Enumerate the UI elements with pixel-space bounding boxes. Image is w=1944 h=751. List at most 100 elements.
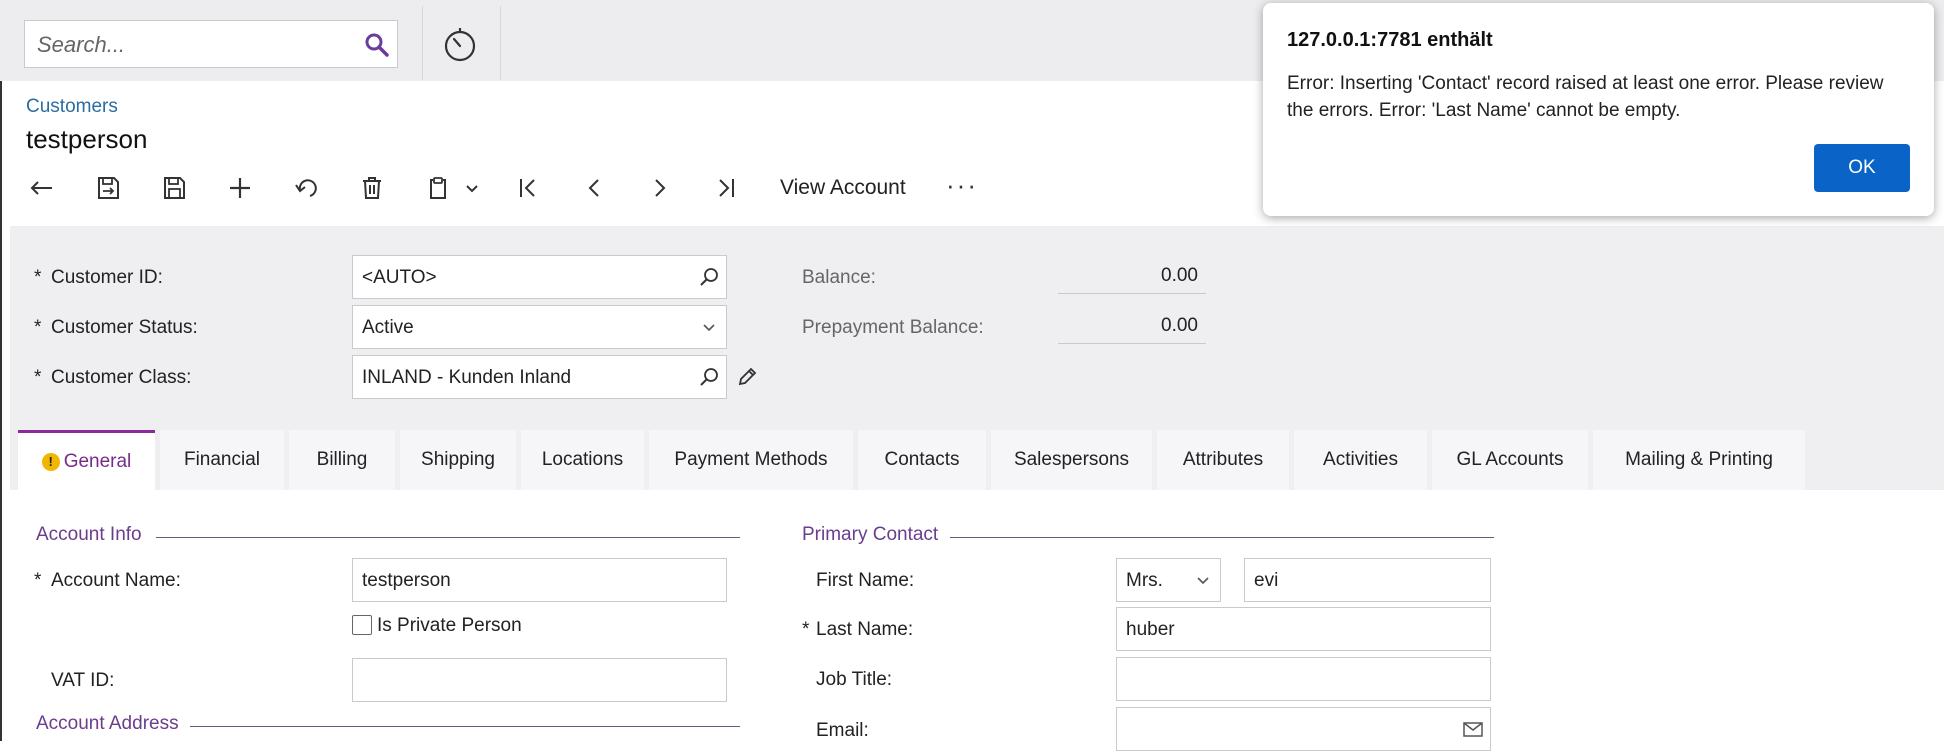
tab-label: General (63, 450, 132, 472)
ok-button[interactable]: OK (1814, 144, 1910, 192)
tab-activities[interactable]: Activities (1294, 430, 1427, 490)
balance-field: 0.00 (1058, 259, 1206, 294)
chevron-left-icon (588, 179, 599, 197)
breadcrumb[interactable]: Customers (26, 96, 118, 118)
save-and-close-button[interactable] (90, 170, 126, 206)
tab-mailing-printing[interactable]: Mailing & Printing (1593, 430, 1805, 490)
account-address-title: Account Address (36, 713, 179, 734)
plus-icon (230, 178, 250, 198)
customer-class-value: INLAND - Kunden Inland (362, 367, 572, 388)
page-title: testperson (26, 124, 148, 154)
tab-label: Locations (541, 449, 624, 470)
chevron-down-icon (1197, 577, 1209, 585)
last-icon (719, 179, 734, 197)
customer-status-value: Active (362, 317, 414, 338)
tab-label: Payment Methods (674, 449, 828, 470)
prepayment-balance-label: Prepayment Balance: (802, 317, 984, 338)
trash-icon (363, 177, 381, 199)
more-actions-button[interactable]: ··· (946, 170, 978, 201)
first-name-input[interactable]: evi (1244, 558, 1491, 602)
chevron-down-icon (703, 324, 715, 332)
first-name-label: First Name: (816, 570, 915, 591)
clipboard-button[interactable] (420, 170, 456, 206)
tab-shipping[interactable]: Shipping (400, 430, 516, 490)
first-record-button[interactable] (510, 170, 546, 206)
undo-button[interactable] (288, 170, 324, 206)
tab-salespersons[interactable]: Salespersons (991, 430, 1152, 490)
section-divider (950, 537, 1494, 538)
search-box[interactable] (24, 20, 398, 68)
dialog-message: Error: Inserting 'Contact' record raised… (1287, 73, 1884, 121)
tab-gl-accounts[interactable]: GL Accounts (1432, 430, 1588, 490)
edit-pencil-icon[interactable] (736, 366, 758, 388)
clipboard-dropdown-button[interactable] (454, 170, 490, 206)
save-button[interactable] (156, 170, 192, 206)
chevron-right-icon (655, 179, 666, 197)
divider (422, 6, 423, 80)
tab-general[interactable]: ! General (18, 430, 155, 490)
last-name-input[interactable]: huber (1116, 607, 1491, 651)
tab-label: Salespersons (1013, 449, 1130, 470)
required-mark: * (34, 367, 42, 388)
account-name-input[interactable]: testperson (352, 558, 727, 602)
customer-id-field[interactable]: <AUTO> (352, 255, 727, 299)
customer-class-field[interactable]: INLAND - Kunden Inland (352, 355, 727, 399)
history-icon[interactable] (441, 26, 479, 64)
job-title-input[interactable] (1116, 657, 1491, 701)
customer-class-label: Customer Class: (51, 367, 192, 388)
tab-contacts[interactable]: Contacts (858, 430, 986, 490)
is-private-person-checkbox[interactable] (352, 615, 372, 635)
first-name-value: evi (1254, 570, 1279, 591)
tab-payment-methods[interactable]: Payment Methods (649, 430, 853, 490)
tab-label: Financial (183, 449, 261, 470)
tab-attributes[interactable]: Attributes (1157, 430, 1289, 490)
view-account-button[interactable]: View Account (780, 176, 906, 200)
tab-label: Mailing & Printing (1625, 449, 1773, 470)
customer-status-select[interactable]: Active (352, 305, 727, 349)
required-mark: * (34, 267, 42, 288)
clipboard-icon (430, 177, 446, 199)
section-divider (156, 537, 740, 538)
tab-billing[interactable]: Billing (289, 430, 395, 490)
email-input[interactable] (1116, 707, 1491, 751)
balance-label: Balance: (802, 267, 876, 288)
save-close-icon (98, 177, 119, 199)
last-record-button[interactable] (708, 170, 744, 206)
required-mark: * (34, 317, 42, 338)
search-input[interactable] (35, 29, 359, 61)
salutation-select[interactable]: Mrs. (1116, 558, 1221, 602)
primary-contact-title: Primary Contact (802, 524, 939, 545)
account-info-title: Account Info (36, 524, 142, 545)
lookup-icon[interactable] (698, 366, 720, 388)
prepayment-balance-value: 0.00 (1161, 315, 1198, 336)
warning-icon: ! (41, 452, 60, 471)
tab-label: Attributes (1182, 449, 1264, 470)
divider (500, 6, 501, 80)
job-title-label: Job Title: (816, 669, 893, 690)
tab-label: Activities (1323, 449, 1398, 470)
undo-icon (295, 179, 317, 197)
tab-locations[interactable]: Locations (521, 430, 644, 490)
back-arrow-icon (30, 181, 52, 195)
tab-label: Contacts (884, 449, 960, 470)
save-icon (164, 177, 185, 199)
previous-record-button[interactable] (576, 170, 612, 206)
first-icon (520, 179, 535, 197)
next-record-button[interactable] (642, 170, 678, 206)
mail-icon[interactable] (1462, 718, 1484, 740)
delete-button[interactable] (354, 170, 390, 206)
email-label: Email: (816, 720, 869, 741)
tab-label: Billing (316, 449, 368, 470)
vat-id-input[interactable] (352, 658, 727, 702)
alert-dialog: 127.0.0.1:7781 enthält Error: Inserting … (1263, 3, 1934, 216)
back-button[interactable] (24, 170, 60, 206)
customer-status-label: Customer Status: (51, 317, 198, 338)
dialog-title: 127.0.0.1:7781 enthält (1287, 29, 1493, 51)
lookup-icon[interactable] (698, 266, 720, 288)
tab-financial[interactable]: Financial (160, 430, 284, 490)
search-icon[interactable] (363, 31, 391, 59)
account-name-value: testperson (362, 570, 451, 591)
tab-label: Shipping (421, 449, 495, 470)
prepayment-balance-field: 0.00 (1058, 309, 1206, 344)
add-button[interactable] (222, 170, 258, 206)
